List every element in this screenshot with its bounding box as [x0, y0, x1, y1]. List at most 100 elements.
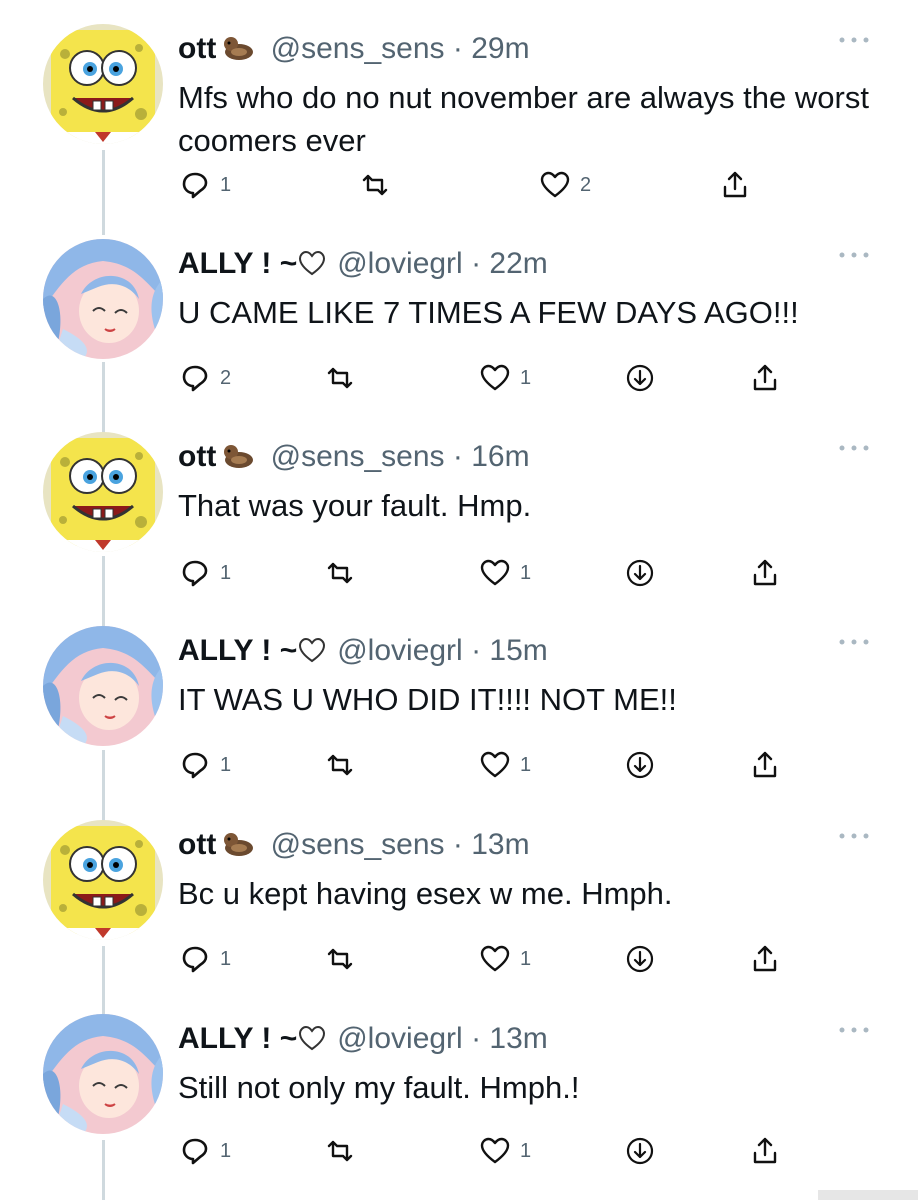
- timestamp[interactable]: 15m: [489, 634, 547, 667]
- author-name[interactable]: ALLY ! ~: [178, 247, 297, 280]
- heart-outline-icon: [297, 249, 327, 287]
- retweet-button[interactable]: [325, 750, 365, 780]
- download-button[interactable]: [625, 750, 655, 780]
- like-button[interactable]: 1: [480, 944, 531, 974]
- author-handle[interactable]: @loviegrl: [337, 1022, 463, 1055]
- share-button[interactable]: [750, 363, 780, 393]
- reply-icon: [182, 1138, 208, 1165]
- tweet-text: That was your fault. Hmp.: [178, 488, 532, 523]
- share-button[interactable]: [750, 944, 780, 974]
- tweet[interactable]: ALLY ! ~ @loviegrl · 15m IT WAS U WHO DID…: [0, 612, 918, 807]
- author-handle[interactable]: @sens_sens: [271, 440, 445, 473]
- reply-icon: [182, 365, 208, 392]
- separator: ·: [471, 634, 482, 667]
- reply-button[interactable]: 1: [180, 170, 231, 200]
- author-handle[interactable]: @loviegrl: [337, 634, 463, 667]
- retweet-icon: [327, 754, 353, 776]
- author-handle[interactable]: @sens_sens: [271, 828, 445, 861]
- timestamp[interactable]: 29m: [471, 32, 529, 65]
- download-icon: [626, 945, 654, 973]
- reply-button[interactable]: 1: [180, 944, 231, 974]
- retweet-button[interactable]: [325, 363, 365, 393]
- retweet-button[interactable]: [325, 1136, 365, 1166]
- more-options-icon[interactable]: [836, 443, 872, 453]
- heart-outline-icon: [297, 636, 327, 674]
- retweet-icon: [327, 562, 353, 584]
- author-name[interactable]: ott: [178, 32, 216, 65]
- tweet-header: ALLY ! ~ @loviegrl · 15m: [178, 632, 548, 674]
- retweet-icon: [327, 367, 353, 389]
- share-button[interactable]: [750, 1136, 780, 1166]
- like-button[interactable]: 1: [480, 363, 531, 393]
- tweet-text: Mfs who do no nut november are always th…: [178, 80, 869, 158]
- author-handle[interactable]: @sens_sens: [271, 32, 445, 65]
- avatar-spongebob[interactable]: [43, 820, 163, 940]
- avatar-anime[interactable]: [43, 626, 163, 746]
- avatar-spongebob[interactable]: [43, 24, 163, 144]
- timestamp[interactable]: 16m: [471, 440, 529, 473]
- more-options-icon[interactable]: [836, 831, 872, 841]
- heart-outline-icon: [297, 1024, 327, 1062]
- like-button[interactable]: 1: [480, 750, 531, 780]
- like-button[interactable]: 1: [480, 1136, 531, 1166]
- reply-button[interactable]: 1: [180, 750, 231, 780]
- share-button[interactable]: [750, 558, 780, 588]
- separator: ·: [452, 32, 463, 65]
- more-options-icon[interactable]: [836, 637, 872, 647]
- author-name[interactable]: ALLY ! ~: [178, 634, 297, 667]
- reply-button[interactable]: 2: [180, 363, 231, 393]
- reply-button[interactable]: 1: [180, 1136, 231, 1166]
- separator: ·: [471, 247, 482, 280]
- tweet[interactable]: ott @sens_sens · 16m That was your fault…: [0, 418, 918, 613]
- timestamp[interactable]: 13m: [471, 828, 529, 861]
- timestamp[interactable]: 13m: [489, 1022, 547, 1055]
- reply-count: 1: [220, 947, 232, 970]
- download-icon: [626, 559, 654, 587]
- share-button[interactable]: [750, 750, 780, 780]
- author-name[interactable]: ott: [178, 440, 216, 473]
- tweet-text: IT WAS U WHO DID IT!!!! NOT ME!!: [178, 682, 677, 717]
- avatar-anime[interactable]: [43, 1014, 163, 1134]
- more-options-icon[interactable]: [836, 35, 872, 45]
- retweet-button[interactable]: [360, 170, 400, 200]
- tweet[interactable]: ott @sens_sens · 13m Bc u kept having es…: [0, 806, 918, 1001]
- download-button[interactable]: [625, 363, 655, 393]
- reply-count: 1: [220, 1139, 232, 1162]
- heart-icon: [480, 559, 510, 586]
- tweet-actions: 1 1: [0, 944, 918, 984]
- tweet[interactable]: ALLY ! ~ @loviegrl · 22m U CAME LIKE 7 TI…: [0, 225, 918, 420]
- tweet-text: Bc u kept having esex w me. Hmph.: [178, 876, 673, 911]
- otter-emoji-icon: [222, 442, 256, 480]
- avatar-spongebob[interactable]: [43, 432, 163, 552]
- reply-icon: [182, 946, 208, 973]
- share-button[interactable]: [720, 170, 750, 200]
- timestamp[interactable]: 22m: [489, 247, 547, 280]
- like-count: 1: [520, 947, 532, 970]
- download-icon: [626, 751, 654, 779]
- share-icon: [753, 364, 777, 391]
- anime-avatar-image: [43, 239, 163, 359]
- more-options-icon[interactable]: [836, 250, 872, 260]
- tweet[interactable]: ALLY ! ~ @loviegrl · 13m Still not only m…: [0, 1000, 918, 1195]
- like-count: 1: [520, 366, 532, 389]
- retweet-button[interactable]: [325, 558, 365, 588]
- retweet-button[interactable]: [325, 944, 365, 974]
- author-handle[interactable]: @loviegrl: [337, 247, 463, 280]
- tweet-header: ALLY ! ~ @loviegrl · 13m: [178, 1020, 548, 1062]
- like-button[interactable]: 1: [480, 558, 531, 588]
- retweet-icon: [327, 1140, 353, 1162]
- avatar-anime[interactable]: [43, 239, 163, 359]
- more-options-icon[interactable]: [836, 1025, 872, 1035]
- download-button[interactable]: [625, 944, 655, 974]
- like-button[interactable]: 2: [540, 170, 591, 200]
- tweet[interactable]: ott @sens_sens · 29m Mfs who do no nut n…: [0, 10, 918, 205]
- download-button[interactable]: [625, 1136, 655, 1166]
- download-button[interactable]: [625, 558, 655, 588]
- tweet-actions: 1 2: [0, 170, 918, 210]
- reply-button[interactable]: 1: [180, 558, 231, 588]
- author-name[interactable]: ott: [178, 828, 216, 861]
- reply-count: 1: [220, 173, 232, 196]
- spongebob-avatar-image: [43, 820, 163, 940]
- author-name[interactable]: ALLY ! ~: [178, 1022, 297, 1055]
- share-icon: [753, 751, 777, 778]
